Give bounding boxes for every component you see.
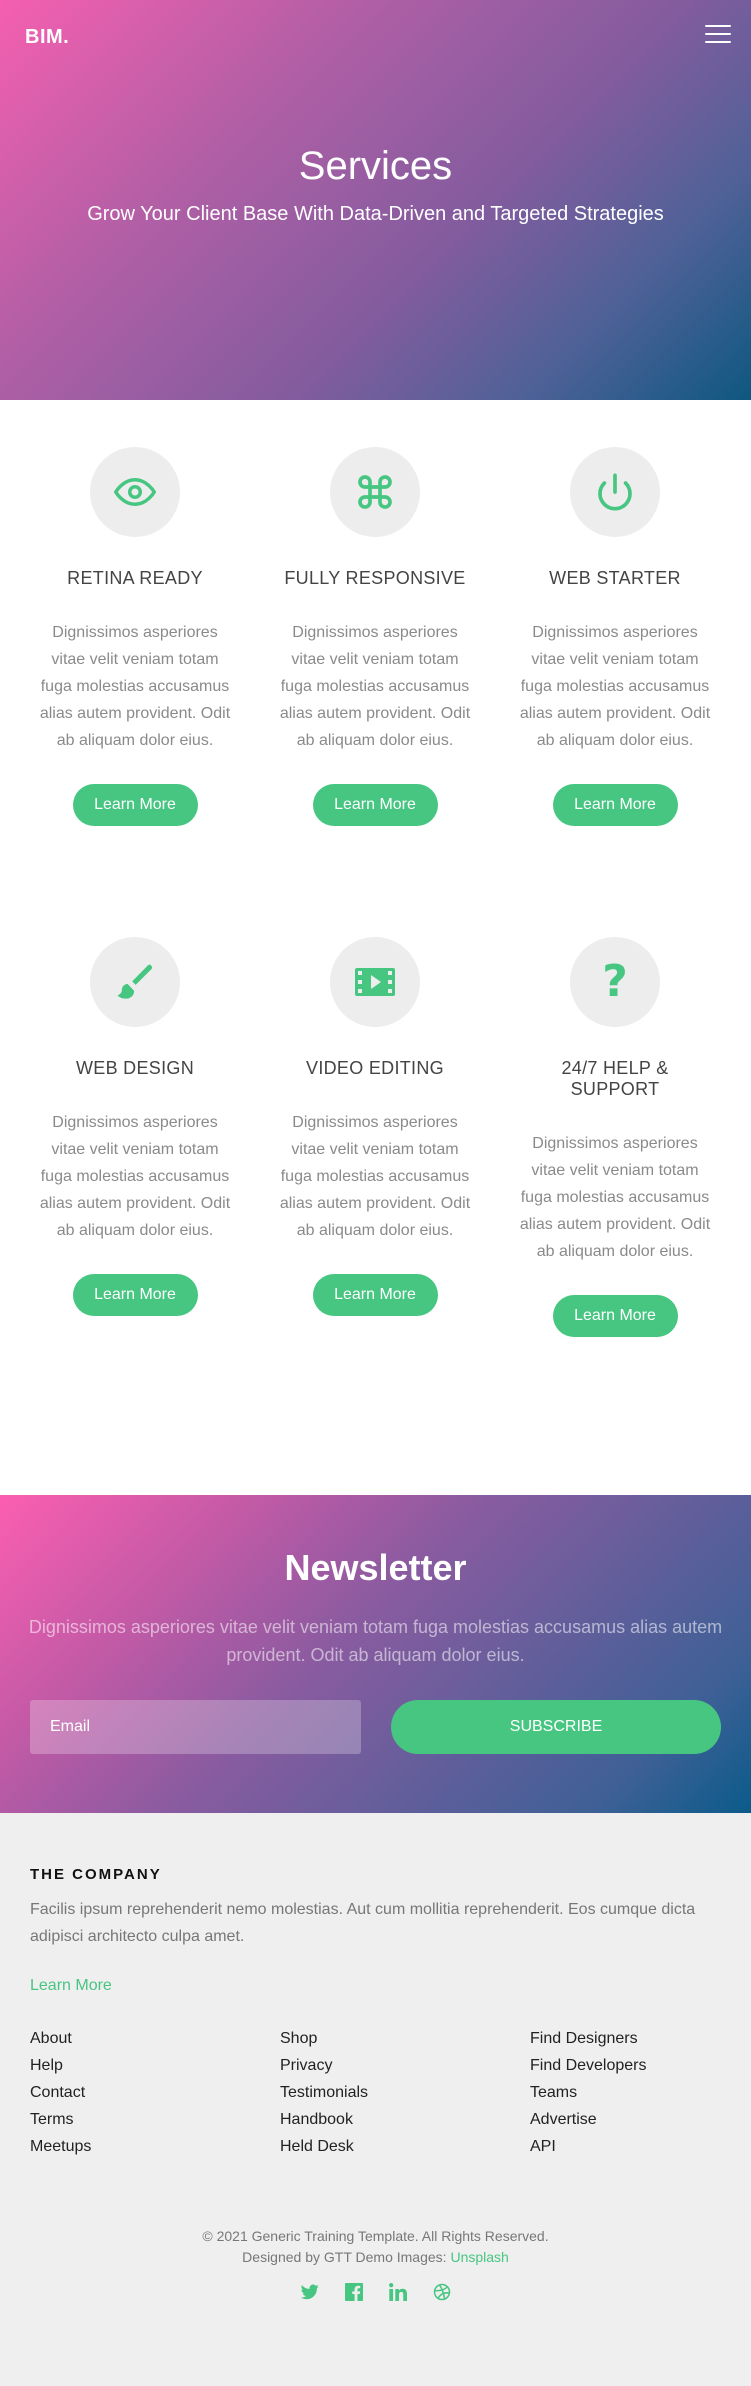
email-field[interactable] [30,1700,361,1754]
footer-link-contact[interactable]: Contact [30,2079,91,2106]
command-icon [330,447,420,537]
footer-link-advertise[interactable]: Advertise [530,2106,647,2133]
footer-link-privacy[interactable]: Privacy [280,2052,368,2079]
page-title: Services [298,144,453,188]
service-card-web-starter: Web Starter Dignissimos asperiores vitae… [515,447,715,826]
service-title: 24/7 Help & Support [561,1058,669,1099]
footer-link-api[interactable]: API [530,2133,647,2160]
service-card-video-editing: Video Editing Dignissimos asperiores vit… [275,937,475,1316]
site-logo[interactable]: BIM. [25,26,69,49]
footer-links-column-2: Shop Privacy Testimonials Handbook Held … [280,2025,368,2160]
service-card-web-design: Web Design Dignissimos asperiores vitae … [35,937,235,1316]
paint-brush-icon [90,937,180,1027]
service-description: Dignissimos asperiores vitae velit venia… [39,1114,231,1239]
unsplash-link[interactable]: Unsplash [450,2249,508,2265]
credit-text: Designed by GTT Demo Images: Unsplash [0,2247,751,2268]
footer-links-column-1: About Help Contact Terms Meetups [30,2025,91,2160]
learn-more-button[interactable]: Learn More [312,784,438,826]
service-card-fully-responsive: Fully Responsive Dignissimos asperiores … [275,447,475,826]
footer-link-testimonials[interactable]: Testimonials [280,2079,368,2106]
service-card-retina-ready: Retina Ready Dignissimos asperiores vita… [35,447,235,826]
copyright-text: © 2021 Generic Training Template. All Ri… [202,2228,549,2244]
social-links [0,2282,751,2302]
footer-link-shop[interactable]: Shop [280,2025,368,2052]
facebook-icon[interactable] [344,2282,364,2302]
services-section: Retina Ready Dignissimos asperiores vita… [0,400,751,1495]
hamburger-menu-icon[interactable] [705,24,731,44]
newsletter-title: Newsletter [284,1547,467,1588]
page-subtitle: Grow Your Client Base With Data-Driven a… [87,203,664,225]
question-icon: ? [570,937,660,1027]
learn-more-button[interactable]: Learn More [552,784,678,826]
power-icon [570,447,660,537]
footer-links-column-3: Find Designers Find Developers Teams Adv… [530,2025,647,2160]
dribbble-icon[interactable] [432,2282,452,2302]
twitter-icon[interactable] [300,2282,320,2302]
hero-section: BIM. Services Grow Your Client Base With… [0,0,751,400]
footer-link-meetups[interactable]: Meetups [30,2133,91,2160]
footer-link-terms[interactable]: Terms [30,2106,91,2133]
learn-more-button[interactable]: Learn More [552,1295,678,1337]
footer-link-find-developers[interactable]: Find Developers [530,2052,647,2079]
service-description: Dignissimos asperiores vitae velit venia… [519,1135,711,1260]
footer-link-help[interactable]: Help [30,2052,91,2079]
service-description: Dignissimos asperiores vitae velit venia… [39,624,231,749]
film-icon [330,937,420,1027]
footer-link-held-desk[interactable]: Held Desk [280,2133,368,2160]
service-card-help-support: ? 24/7 Help & Support Dignissimos asperi… [515,937,715,1337]
service-title: Web Starter [549,568,681,588]
service-title: Fully Responsive [284,568,466,588]
service-title: Retina Ready [67,568,203,588]
footer-description: Facilis ipsum reprehenderit nemo molesti… [30,1901,696,1945]
service-title: Video Editing [306,1058,444,1078]
footer-learn-more-link[interactable]: Learn More [30,1977,112,1995]
service-description: Dignissimos asperiores vitae velit venia… [519,624,711,749]
footer-link-about[interactable]: About [30,2025,91,2052]
newsletter-description: Dignissimos asperiores vitae velit venia… [28,1617,723,1665]
footer-link-find-designers[interactable]: Find Designers [530,2025,647,2052]
footer-link-teams[interactable]: Teams [530,2079,647,2106]
footer-link-handbook[interactable]: Handbook [280,2106,368,2133]
service-description: Dignissimos asperiores vitae velit venia… [279,624,471,749]
learn-more-button[interactable]: Learn More [72,1274,198,1316]
learn-more-button[interactable]: Learn More [312,1274,438,1316]
subscribe-button[interactable]: Subscribe [391,1700,721,1754]
credit-prefix: Designed by GTT Demo Images: [242,2249,451,2265]
learn-more-button[interactable]: Learn More [72,784,198,826]
newsletter-section: Newsletter Dignissimos asperiores vitae … [0,1495,751,1813]
service-title: Web Design [75,1058,194,1078]
footer-company-heading: THE COMPANY [30,1866,162,1883]
linkedin-icon[interactable] [388,2282,408,2302]
site-footer: THE COMPANY Facilis ipsum reprehenderit … [0,1813,751,2386]
eye-icon [90,447,180,537]
service-description: Dignissimos asperiores vitae velit venia… [279,1114,471,1239]
